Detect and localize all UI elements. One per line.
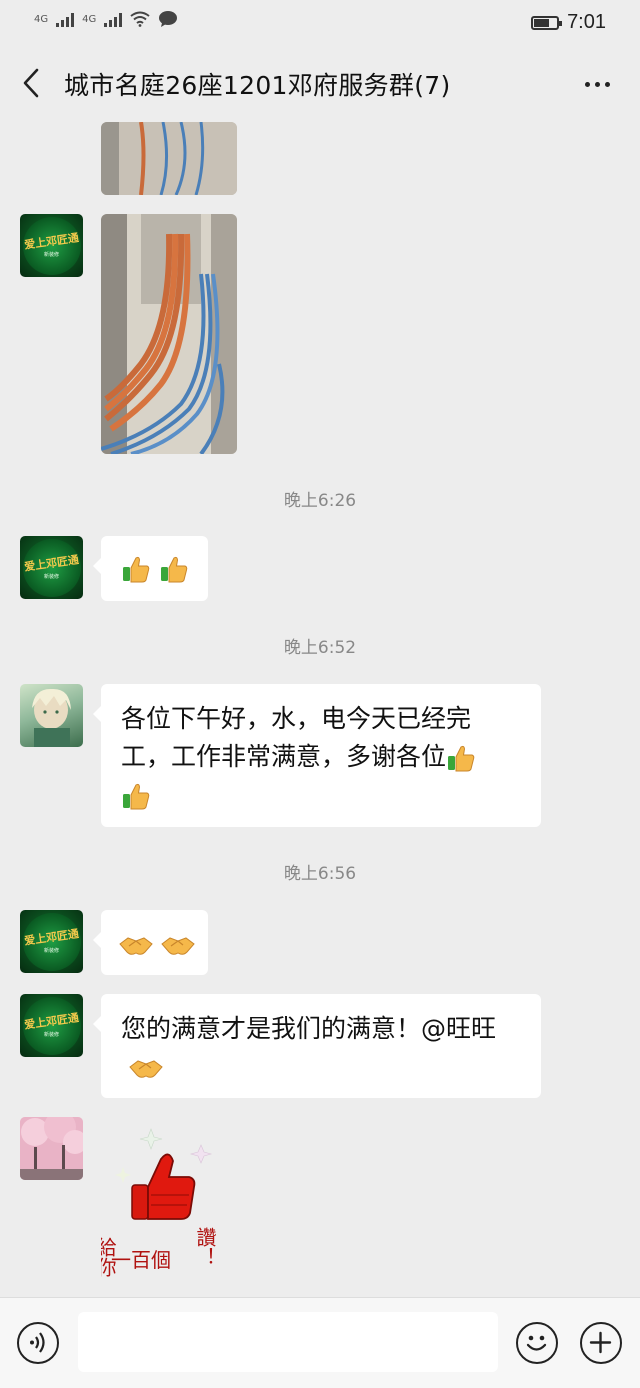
sticker-text: 一百個 [111, 1248, 171, 1272]
battery-level [534, 18, 550, 27]
sticker-message[interactable]: 給你 一百個 讚！ [93, 1117, 221, 1277]
message-text-line [121, 776, 529, 814]
clock: 7:01 [567, 11, 606, 33]
message-bubble[interactable]: 您的满意才是我们的满意！@旺旺 [93, 994, 541, 1098]
pipe-photo-image [101, 122, 237, 195]
avatar[interactable]: 爱上邓匠通 新装修 [20, 994, 83, 1057]
status-right: 7:01 [531, 11, 606, 34]
avatar[interactable] [20, 1117, 83, 1180]
handshake-icon [119, 937, 153, 955]
thumbs-up-sticker-image: 給你 一百個 讚！ [93, 1128, 217, 1277]
sticker-text: 讚！ [193, 1227, 217, 1267]
plus-icon[interactable] [580, 1322, 622, 1364]
timestamp: 晚上6:56 [283, 864, 357, 884]
battery-icon [531, 15, 563, 30]
input-bar [0, 1297, 640, 1388]
page-title: 城市名庭26座1201邓府服务群(7) [64, 71, 451, 100]
chat-header: 城市名庭26座1201邓府服务群(7) [0, 44, 640, 122]
thumbs-up-icon [123, 556, 150, 583]
message-image[interactable] [101, 122, 237, 195]
thumbs-up-icon [123, 783, 150, 810]
pipe-photo-image [101, 214, 237, 454]
avatar[interactable]: 爱上邓匠通 新装修 [20, 214, 83, 277]
more-dots-icon[interactable] [585, 82, 610, 87]
avatar[interactable]: 爱上邓匠通 新装修 [20, 910, 83, 973]
signal-icon [56, 11, 75, 27]
avatar[interactable] [20, 684, 83, 747]
emoji-icon[interactable] [516, 1322, 558, 1364]
chat-message-list[interactable]: 爱上邓匠通 新装修 晚上6:26 爱上邓匠通 新装修 晚上6:52 各位下午好，… [0, 122, 640, 1297]
message-text-line: 工，工作非常满意，多谢各位 [121, 738, 529, 776]
handshake-icon [161, 937, 195, 955]
message-text-line: 各位下午好，水，电今天已经完 [121, 704, 472, 733]
signal-icon-2 [104, 11, 123, 27]
message-input[interactable] [78, 1312, 498, 1372]
voice-icon[interactable] [17, 1322, 59, 1364]
anime-character-image [32, 688, 71, 747]
thumbs-up-icon [160, 556, 188, 583]
cherry-blossom-image [20, 1117, 83, 1180]
status-left: 4G 4G [34, 10, 178, 28]
timestamp: 晚上6:26 [283, 491, 357, 511]
message-image[interactable] [101, 214, 237, 454]
handshake-icon [129, 1060, 163, 1078]
chevron-left-icon[interactable] [22, 68, 40, 98]
avatar[interactable]: 爱上邓匠通 新装修 [20, 536, 83, 599]
message-bubble[interactable]: 各位下午好，水，电今天已经完 工，工作非常满意，多谢各位 [93, 684, 541, 827]
message-bubble[interactable] [93, 536, 208, 601]
message-notification-icon [159, 11, 178, 27]
network-label-1: 4G [34, 13, 49, 25]
network-label-2: 4G [82, 13, 97, 25]
message-text-line: 您的满意才是我们的满意！@旺旺 [121, 1014, 497, 1043]
timestamp: 晚上6:52 [283, 638, 357, 658]
wifi-icon [130, 11, 150, 27]
message-text-line [121, 1048, 529, 1086]
status-bar: 4G 4G 7:01 [0, 0, 640, 44]
message-bubble[interactable] [93, 910, 208, 975]
thumbs-up-icon [448, 745, 475, 772]
